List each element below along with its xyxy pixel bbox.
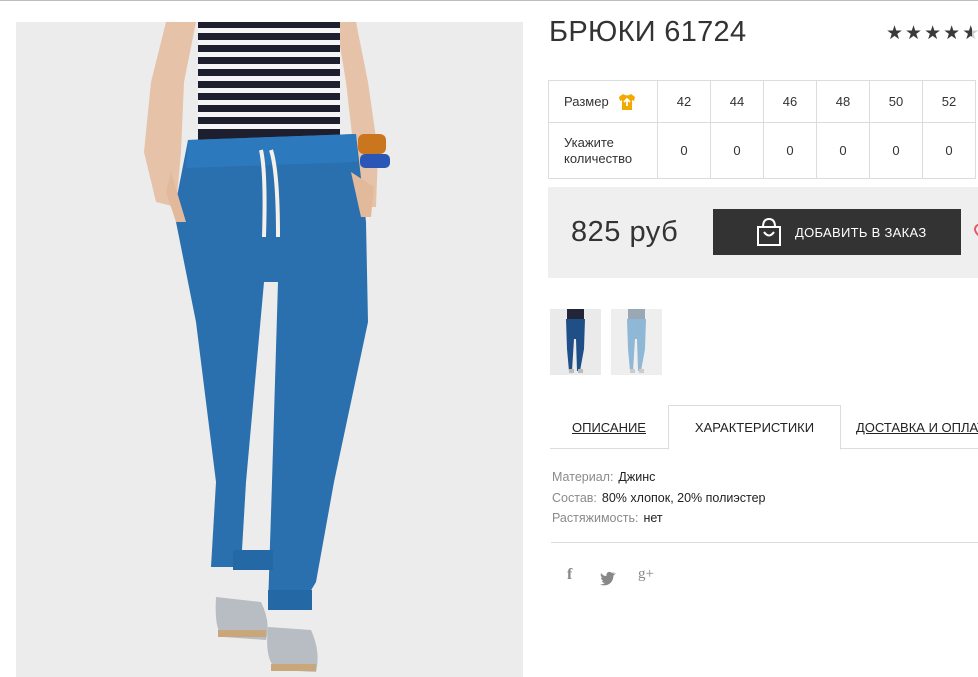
- size-cell: 44: [710, 80, 764, 123]
- facebook-icon[interactable]: f: [567, 566, 572, 586]
- quantity-label-line2: количество: [564, 150, 633, 166]
- add-to-order-label: ДОБАВИТЬ В ЗАКАЗ: [795, 224, 927, 240]
- tab-delivery[interactable]: ДОСТАВКА И ОПЛАТА: [856, 405, 978, 449]
- rating-stars: ★ ★ ★ ★ ★: [886, 22, 978, 45]
- star-icon: ★: [886, 23, 904, 44]
- quantity-input[interactable]: 0: [657, 122, 711, 179]
- characteristic-key: Растяжимость:: [552, 511, 639, 525]
- quantity-label-line1: Укажите: [564, 134, 614, 150]
- quantity-input[interactable]: 0: [710, 122, 764, 179]
- tab-description[interactable]: ОПИСАНИЕ: [550, 405, 668, 449]
- size-cell: 52: [922, 80, 976, 123]
- divider: [551, 542, 978, 543]
- star-icon: ★: [905, 23, 923, 44]
- characteristic-key: Материал:: [552, 470, 614, 484]
- tab-characteristics[interactable]: ХАРАКТЕРИСТИКИ: [668, 405, 841, 450]
- characteristic-row: Состав: 80% хлопок, 20% полиэстер: [552, 488, 765, 509]
- half-star-icon: ★: [962, 22, 978, 45]
- characteristics-list: Материал: Джинс Состав: 80% хлопок, 20% по…: [552, 467, 765, 529]
- quantity-row: Укажите количество 0 0 0 0 0 0: [548, 122, 976, 179]
- twitter-icon[interactable]: [600, 568, 616, 588]
- quantity-input[interactable]: 0: [869, 122, 923, 179]
- size-cell: 48: [816, 80, 870, 123]
- size-quantity-table: Размер 42 44 46 48 50 52 Укажите количес…: [548, 80, 976, 179]
- add-to-order-button[interactable]: ДОБАВИТЬ В ЗАКАЗ: [713, 209, 961, 255]
- top-border: [0, 0, 978, 1]
- size-row: Размер 42 44 46 48 50 52: [548, 80, 976, 123]
- characteristic-value: Джинс: [618, 470, 656, 484]
- size-chart-icon[interactable]: [617, 92, 637, 112]
- size-label: Размер: [564, 93, 609, 109]
- thumbnail-dark-jeans[interactable]: [550, 309, 601, 375]
- size-cell: 46: [763, 80, 817, 123]
- main-product-image[interactable]: [16, 22, 523, 677]
- quantity-label-cell: Укажите количество: [548, 122, 658, 179]
- characteristic-value: 80% хлопок, 20% полиэстер: [601, 490, 766, 505]
- size-cell: 50: [869, 80, 923, 123]
- star-icon: ★: [924, 23, 942, 44]
- price: 825 руб: [571, 216, 679, 248]
- size-label-cell: Размер: [548, 80, 658, 123]
- characteristic-value: нет: [643, 511, 663, 525]
- shopping-bag-icon: [757, 217, 781, 246]
- thumbnail-light-jeans[interactable]: [611, 309, 662, 375]
- heart-icon[interactable]: [972, 221, 978, 241]
- size-cell: 42: [657, 80, 711, 123]
- tab-characteristics-label: ХАРАКТЕРИСТИКИ: [694, 420, 815, 435]
- characteristic-row: Растяжимость: нет: [552, 508, 765, 529]
- tab-delivery-label: ДОСТАВКА И ОПЛАТА: [856, 419, 978, 435]
- tab-description-label: ОПИСАНИЕ: [572, 419, 646, 435]
- quantity-input[interactable]: 0: [763, 122, 817, 179]
- characteristic-row: Материал: Джинс: [552, 467, 765, 488]
- price-panel: 825 руб ДОБАВИТЬ В ЗАКАЗ: [548, 187, 978, 278]
- googleplus-icon[interactable]: g+: [638, 566, 654, 586]
- product-title: БРЮКИ 61724: [549, 16, 747, 48]
- product-tabs: ОПИСАНИЕ ХАРАКТЕРИСТИКИ ДОСТАВКА И ОПЛАТ…: [550, 405, 978, 450]
- characteristic-key: Состав:: [552, 490, 597, 505]
- star-icon: ★: [943, 23, 961, 44]
- quantity-input[interactable]: 0: [816, 122, 870, 179]
- quantity-input[interactable]: 0: [922, 122, 976, 179]
